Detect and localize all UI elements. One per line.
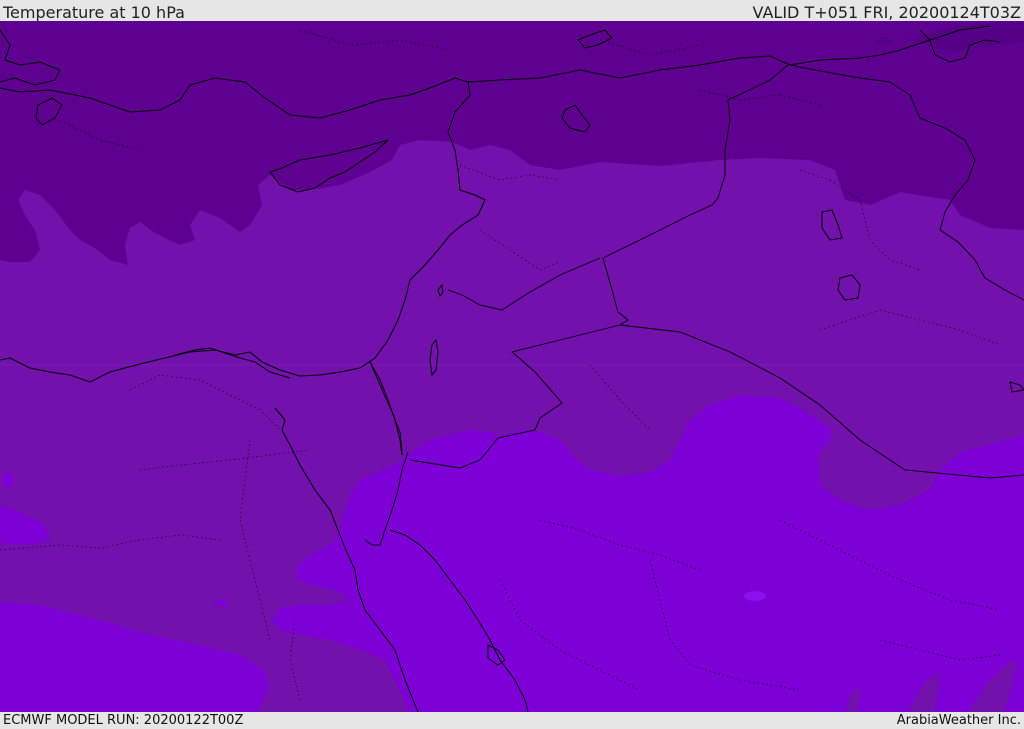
temp-cell-warm-sw [214,600,230,606]
weather-map[interactable] [0,21,1024,713]
header-bar: Temperature at 10 hPa VALID T+051 FRI, 2… [0,0,1024,22]
credit-label: ArabiaWeather Inc. [896,713,1021,728]
model-run-label: ECMWF MODEL RUN: 20200122T00Z [3,713,244,728]
valid-time: VALID T+051 FRI, 20200124T03Z [752,3,1021,22]
temp-cell-east [2,472,14,488]
map-title: Temperature at 10 hPa [3,3,185,22]
temp-cell-cold [876,37,892,45]
footer-bar: ECMWF MODEL RUN: 20200122T00Z ArabiaWeat… [0,712,1024,729]
temp-cell-hot [744,591,766,601]
map-canvas [0,21,1024,713]
